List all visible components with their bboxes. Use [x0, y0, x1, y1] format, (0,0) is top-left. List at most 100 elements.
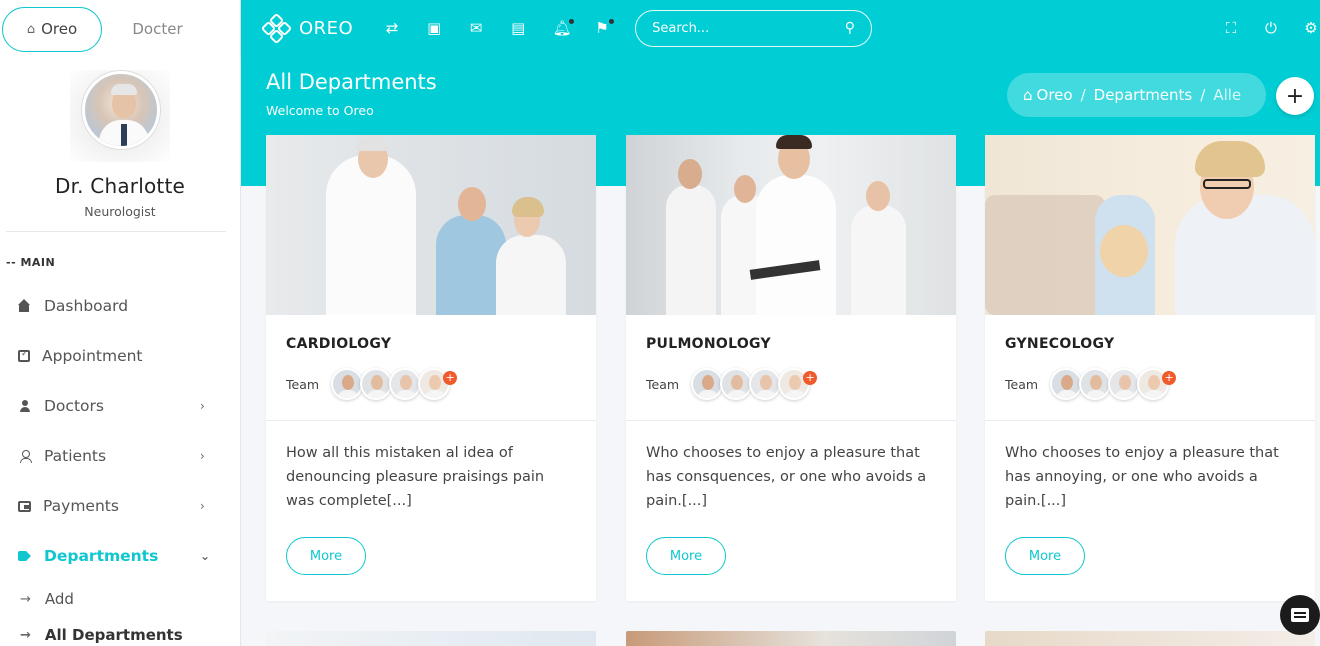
- swap-icon[interactable]: ⇄: [383, 19, 401, 37]
- department-image: [266, 135, 596, 315]
- department-description: Who chooses to enjoy a pleasure that has…: [1005, 445, 1279, 509]
- department-card-partial: [626, 631, 956, 646]
- sidebar-item-label: Patients: [44, 447, 107, 465]
- sidebar-item-appointment[interactable]: Appointment: [0, 331, 240, 381]
- sidebar-item-patients[interactable]: Patients ›: [0, 431, 240, 481]
- flag-icon[interactable]: ⚑: [593, 19, 615, 37]
- avatar-wrap: [70, 70, 170, 162]
- team-label: Team: [646, 376, 680, 392]
- department-card: CARDIOLOGY Team + How all this mistaken …: [266, 135, 596, 601]
- department-title: GYNECOLOGY: [1005, 336, 1115, 352]
- profile-name: Dr. Charlotte: [54, 174, 185, 198]
- more-button[interactable]: More: [1005, 537, 1085, 575]
- department-image: [985, 135, 1315, 315]
- avatar[interactable]: [82, 71, 160, 149]
- profile-card: Dr. Charlotte Neurologist: [0, 54, 240, 219]
- breadcrumb-item[interactable]: Departments: [1094, 86, 1193, 104]
- team-row: Team +: [626, 368, 956, 400]
- sidebar-subitem-label: Add: [44, 590, 74, 608]
- department-card: GYNECOLOGY Team + Who chooses to enjoy a…: [985, 135, 1315, 601]
- chat-icon: [1291, 608, 1309, 622]
- department-image: [626, 135, 956, 315]
- avatar[interactable]: [360, 368, 393, 400]
- home-icon: ⌂: [26, 21, 36, 37]
- logo-icon: [260, 12, 293, 45]
- page-subtitle: Welcome to Oreo: [266, 103, 374, 118]
- user-icon: [18, 449, 32, 463]
- team-row: Team +: [985, 368, 1315, 400]
- avatar[interactable]: [1108, 368, 1141, 400]
- add-member-icon[interactable]: +: [1162, 371, 1177, 385]
- nav-section-header: -- MAIN: [6, 256, 56, 269]
- fullscreen-icon[interactable]: ⛶: [1222, 19, 1240, 37]
- department-title: PULMONOLOGY: [646, 336, 771, 352]
- search-icon[interactable]: ⚲: [845, 20, 855, 36]
- sidebar-item-label: Appointment: [42, 347, 143, 365]
- avatar[interactable]: [1079, 368, 1112, 400]
- search-input[interactable]: [652, 20, 839, 36]
- mail-icon[interactable]: ✉: [467, 19, 485, 37]
- avatar[interactable]: [691, 368, 724, 400]
- brand[interactable]: OREO: [260, 12, 354, 45]
- add-member-icon[interactable]: +: [443, 371, 458, 385]
- chevron-right-icon: ›: [200, 399, 205, 413]
- department-description: How all this mistaken al idea of denounc…: [286, 445, 545, 509]
- breadcrumb-item[interactable]: Oreo: [1037, 86, 1073, 104]
- tag-icon: [18, 549, 32, 563]
- breadcrumb-separator: /: [1200, 86, 1206, 104]
- sidebar-item-label: Dashboard: [44, 297, 129, 315]
- sidebar-item-label: Payments: [43, 497, 119, 515]
- add-member-icon[interactable]: +: [803, 371, 818, 385]
- breadcrumb: ⌂ Oreo / Departments / Alle: [1007, 73, 1266, 117]
- profile-role: Neurologist: [84, 204, 156, 219]
- topbar: OREO ⇄ ▣ ✉ ▤ 🔔︎ ⚑ ⚲ ⛶ ⏻ ⚙: [241, 0, 1320, 56]
- chevron-right-icon: ›: [200, 499, 205, 513]
- breadcrumb-separator: /: [1080, 86, 1086, 104]
- avatar[interactable]: [749, 368, 782, 400]
- add-button[interactable]: +: [1276, 77, 1314, 115]
- avatar[interactable]: [1050, 368, 1083, 400]
- department-title: CARDIOLOGY: [286, 336, 392, 352]
- tab-docter[interactable]: Docter: [105, 7, 210, 52]
- sidebar-subitem-label: All Departments: [44, 626, 183, 644]
- brand-name: OREO: [299, 17, 354, 39]
- department-card-partial: [985, 631, 1315, 646]
- chevron-down-icon: ⌄: [200, 549, 211, 563]
- arrow-right-icon: →: [20, 591, 31, 607]
- arrow-right-icon: →: [20, 627, 31, 643]
- sidebar: ⌂ Oreo Docter Dr. Charlotte Neurologist …: [0, 0, 241, 646]
- bell-icon[interactable]: 🔔︎: [553, 19, 575, 37]
- breadcrumb-item-current: Alle: [1213, 86, 1242, 104]
- divider: [626, 420, 956, 421]
- avatar[interactable]: [331, 368, 364, 400]
- sidebar-subitem-add[interactable]: → Add: [0, 581, 240, 617]
- avatar[interactable]: [389, 368, 422, 400]
- page-title: All Departments: [266, 70, 437, 94]
- sidebar-item-departments[interactable]: Departments ⌄: [0, 531, 240, 581]
- search-box: ⚲: [635, 9, 873, 47]
- contact-card-icon[interactable]: ▤: [509, 19, 527, 37]
- sidebar-item-dashboard[interactable]: Dashboard: [0, 281, 240, 331]
- more-button[interactable]: More: [286, 537, 366, 575]
- notification-dot: [569, 19, 575, 24]
- wallet-icon: [18, 500, 31, 512]
- divider: [266, 420, 596, 421]
- notification-dot: [609, 19, 615, 24]
- tab-oreo[interactable]: ⌂ Oreo: [2, 6, 102, 52]
- gear-icon[interactable]: ⚙: [1302, 19, 1320, 37]
- team-label: Team: [1005, 376, 1039, 392]
- avatar[interactable]: [720, 368, 753, 400]
- sidebar-item-payments[interactable]: Payments ›: [0, 481, 240, 531]
- department-card: PULMONOLOGY Team + Who chooses to enjoy …: [626, 135, 956, 601]
- divider: [985, 420, 1315, 421]
- calendar-icon[interactable]: ▣: [425, 19, 443, 37]
- sidebar-item-doctors[interactable]: Doctors ›: [0, 381, 240, 431]
- chat-button[interactable]: [1280, 595, 1320, 635]
- more-button[interactable]: More: [646, 537, 726, 575]
- add-user-icon: [18, 399, 32, 413]
- chevron-right-icon: ›: [200, 449, 205, 463]
- sidebar-item-label: Departments: [44, 547, 159, 565]
- tab-docter-label: Docter: [132, 20, 183, 38]
- sidebar-subitem-all-departments[interactable]: → All Departments: [0, 617, 240, 646]
- power-icon[interactable]: ⏻: [1262, 19, 1280, 37]
